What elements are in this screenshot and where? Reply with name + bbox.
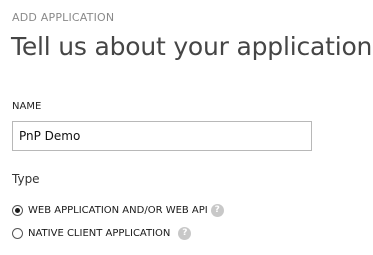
type-label: Type [12, 172, 40, 186]
help-icon[interactable]: ? [210, 203, 224, 217]
dialog-title: Tell us about your application [11, 32, 373, 61]
radio-label-web-application: WEB APPLICATION AND/OR WEB API [28, 204, 208, 216]
name-label: NAME [12, 101, 42, 112]
radio-button-native-client[interactable] [12, 227, 23, 239]
radio-option-native-client[interactable]: NATIVE CLIENT APPLICATION ? [12, 225, 192, 241]
dialog-subtitle: ADD APPLICATION [12, 11, 115, 24]
radio-option-web-application[interactable]: WEB APPLICATION AND/OR WEB API ? [12, 202, 224, 218]
help-icon[interactable]: ? [178, 226, 192, 240]
radio-button-web-application[interactable] [12, 204, 23, 216]
radio-label-native-client: NATIVE CLIENT APPLICATION [28, 227, 171, 239]
name-input[interactable] [12, 121, 312, 151]
